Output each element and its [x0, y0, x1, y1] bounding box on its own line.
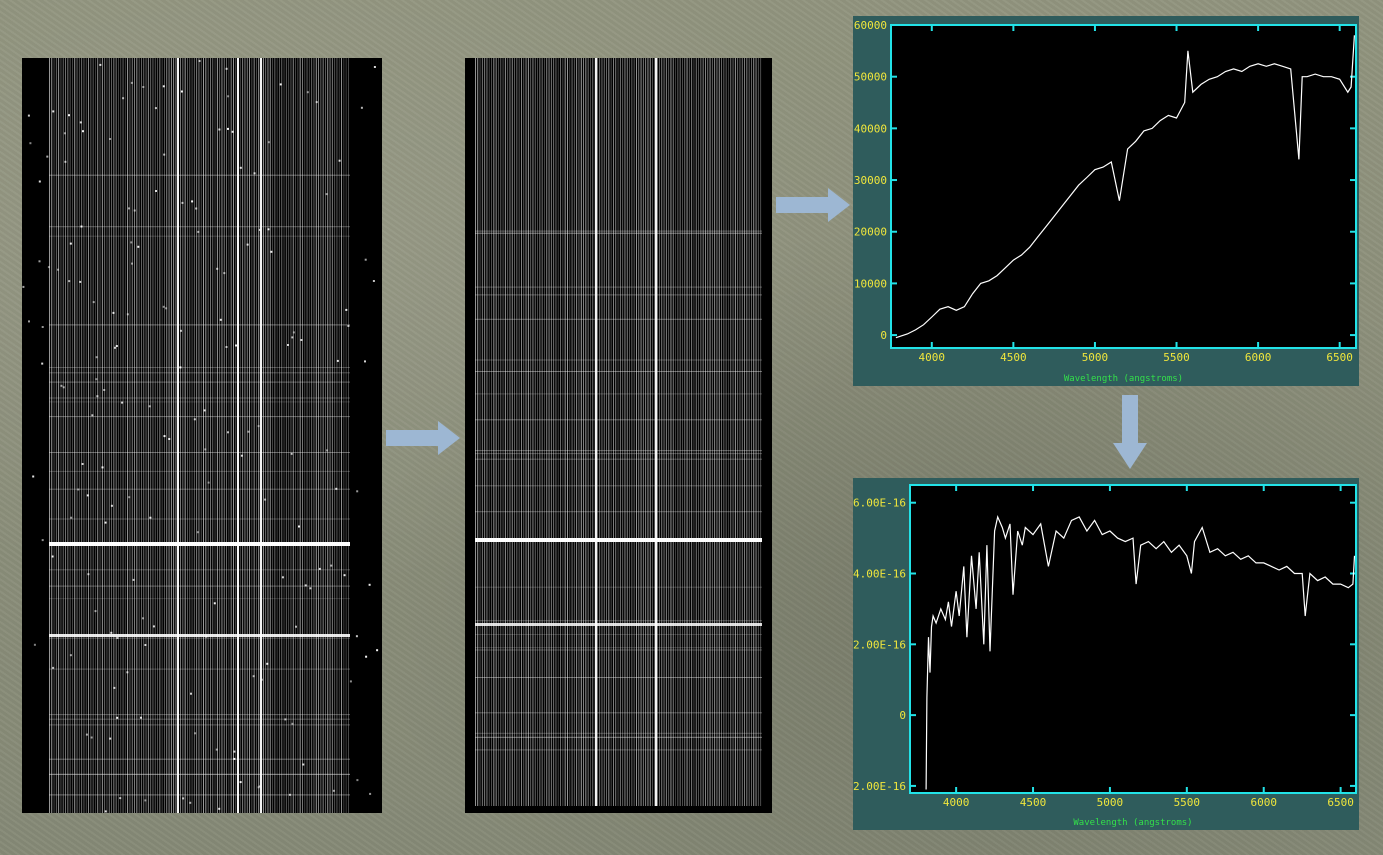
y-tick-label: 6.00E-16 [853, 497, 906, 510]
x-tick-label: 5500 [1174, 796, 1201, 809]
x-tick-label: 4500 [1000, 351, 1027, 364]
x-tick-label: 4500 [1020, 796, 1046, 809]
counts-spectrum-plot: 4000 4500 5000 5500 6000 6500 0 10000 20000 30000… [853, 16, 1359, 386]
flux-spectrum-chart: 4000 4500 5000 5500 6000 6500 -2.00E-16 0 2.00E-… [853, 484, 1357, 828]
plot-area [910, 485, 1356, 793]
flux-spectrum-plot: 4000 4500 5000 5500 6000 6500 -2.00E-16 0 2.00E-… [853, 478, 1359, 830]
x-tick-label: 4000 [943, 796, 970, 809]
x-tick-label: 6000 [1250, 796, 1277, 809]
plot-area [891, 25, 1356, 348]
y-tick-label: 0 [880, 329, 887, 342]
x-axis-title: Wavelength (angstroms) [1064, 374, 1183, 384]
y-tick-label: 40000 [854, 122, 887, 135]
x-tick-label: 6000 [1245, 351, 1272, 364]
y-tick-label: -2.00E-16 [853, 780, 906, 793]
y-tick-label: 20000 [854, 226, 887, 239]
y-tick-label: 4.00E-16 [853, 568, 906, 581]
y-tick-label: 0 [899, 709, 906, 722]
x-tick-label: 6500 [1326, 351, 1353, 364]
y-tick-label: 30000 [854, 174, 887, 187]
reduced-spectrum-image [465, 58, 772, 813]
reduced-spectrum-canvas [465, 58, 772, 813]
x-axis-title: Wavelength (angstroms) [1073, 818, 1192, 828]
arrow-right-icon [776, 188, 852, 226]
x-tick-label: 5000 [1082, 351, 1109, 364]
y-tick-label: 10000 [854, 277, 887, 290]
raw-spectrum-image [22, 58, 382, 813]
x-tick-label: 5000 [1097, 796, 1124, 809]
arrow-right-icon [386, 421, 462, 459]
y-tick-label: 50000 [854, 71, 887, 84]
counts-spectrum-chart: 4000 4500 5000 5500 6000 6500 0 10000 20000 30000… [854, 19, 1357, 384]
raw-spectrum-canvas [22, 58, 382, 813]
arrow-down-icon [1113, 395, 1147, 475]
x-tick-label: 5500 [1163, 351, 1190, 364]
x-tick-label: 4000 [919, 351, 946, 364]
y-tick-label: 2.00E-16 [853, 638, 906, 651]
y-tick-label: 60000 [854, 19, 887, 32]
x-tick-label: 6500 [1327, 796, 1354, 809]
